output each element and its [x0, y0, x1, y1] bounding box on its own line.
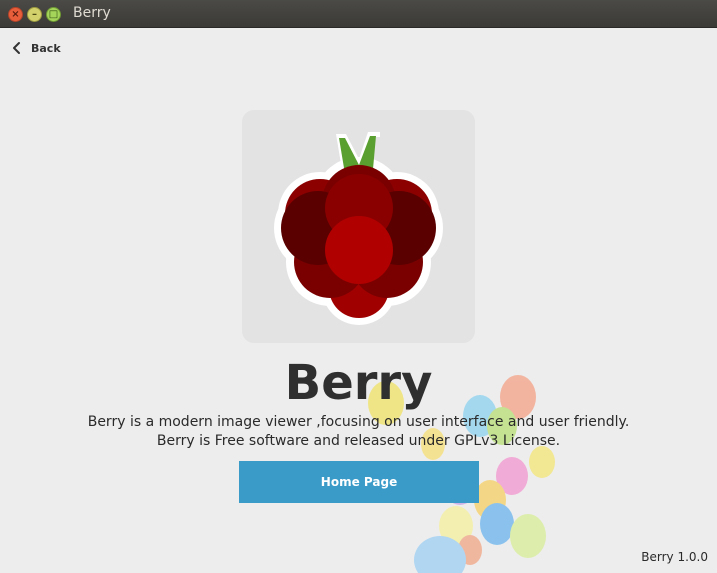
back-label: Back: [31, 41, 61, 55]
window-title: Berry: [73, 5, 111, 21]
title-bar: × – □ Berry: [0, 0, 717, 28]
close-window-button[interactable]: ×: [8, 7, 23, 22]
back-button[interactable]: Back: [12, 38, 61, 58]
app-name-heading: Berry: [284, 355, 433, 411]
maximize-window-button[interactable]: □: [46, 7, 61, 22]
app-description-line1: Berry is a modern image viewer ,focusing…: [87, 414, 630, 430]
app-description-line2: Berry is Free software and released unde…: [156, 433, 561, 449]
logo-container: [242, 110, 475, 343]
raspberry-logo-icon: [274, 132, 443, 325]
home-page-button[interactable]: Home Page: [239, 461, 479, 503]
version-label: Berry 1.0.0: [641, 550, 708, 564]
chevron-left-icon: [13, 42, 20, 54]
about-window: × – □ Berry Back Berry Berry is a modern…: [0, 0, 717, 573]
minimize-window-button[interactable]: –: [27, 7, 42, 22]
